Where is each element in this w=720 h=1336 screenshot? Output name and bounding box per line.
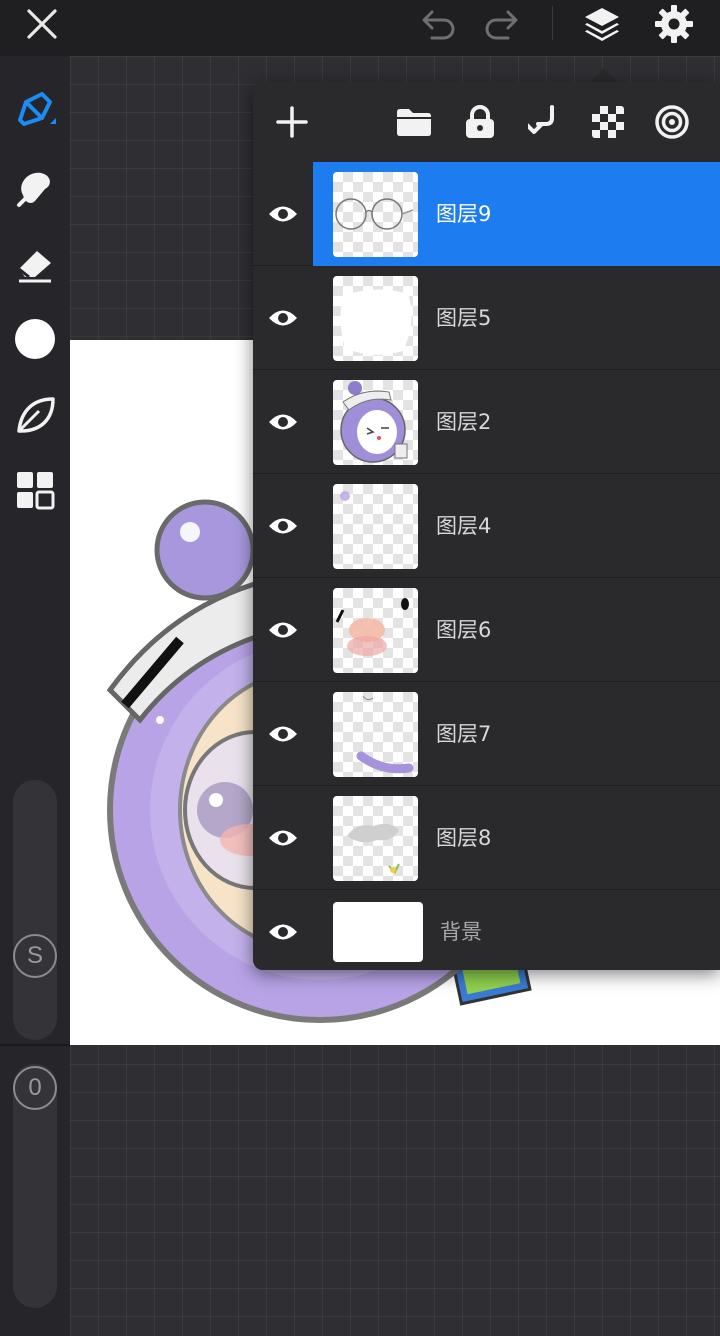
top-toolbar [0, 0, 720, 56]
smudge-icon[interactable] [8, 160, 62, 214]
layer-name: 图层6 [436, 618, 492, 642]
layer-thumbnail [333, 484, 418, 569]
eye-icon[interactable] [259, 294, 307, 342]
layer-name: 图层5 [436, 306, 492, 330]
redo-icon[interactable] [478, 0, 526, 48]
toolbar-divider [552, 6, 553, 40]
leaf-icon[interactable] [8, 388, 62, 442]
undo-icon[interactable] [414, 0, 462, 48]
layer-thumbnail [333, 172, 418, 257]
eraser-icon[interactable] [8, 236, 62, 290]
layer-row[interactable]: 图层2 [253, 370, 720, 474]
left-toolbar: S 0 [0, 56, 70, 1336]
brush-icon[interactable] [8, 82, 62, 136]
eye-icon[interactable] [259, 190, 307, 238]
layer-thumbnail [333, 692, 418, 777]
opacity-slider-handle[interactable]: 0 [13, 1066, 57, 1110]
layer-thumbnail [333, 796, 418, 881]
eye-icon[interactable] [259, 814, 307, 862]
layer-name: 图层7 [436, 722, 492, 746]
eye-icon[interactable] [259, 606, 307, 654]
gear-icon[interactable] [650, 0, 698, 48]
layer-row[interactable]: 图层4 [253, 474, 720, 578]
layer-name: 图层9 [436, 202, 492, 226]
background-layer-row[interactable]: 背景 [253, 890, 720, 970]
layer-name: 图层4 [436, 514, 492, 538]
eye-icon[interactable] [259, 398, 307, 446]
layer-thumbnail [333, 588, 418, 673]
layers-panel: 图层9 图层5 图层2 图层4 图层6 图层7 图层8 背景 [253, 82, 720, 970]
target-icon[interactable] [650, 100, 694, 144]
eye-icon[interactable] [259, 908, 307, 956]
layer-row[interactable]: 图层9 [253, 162, 720, 266]
layer-row[interactable]: 图层7 [253, 682, 720, 786]
layers-panel-toolbar [253, 82, 720, 162]
folder-icon[interactable] [392, 100, 436, 144]
layer-name: 图层8 [436, 826, 492, 850]
eye-icon[interactable] [259, 502, 307, 550]
eye-icon[interactable] [259, 710, 307, 758]
add-icon[interactable] [270, 100, 314, 144]
panel-pointer [590, 68, 618, 82]
close-icon[interactable] [18, 0, 66, 48]
gallery-icon[interactable] [8, 463, 62, 517]
layer-name: 图层2 [436, 410, 492, 434]
merge-down-icon[interactable] [521, 100, 565, 144]
layer-row[interactable]: 图层6 [253, 578, 720, 682]
layer-thumbnail [333, 380, 418, 465]
layers-icon[interactable] [578, 0, 626, 48]
layer-row[interactable]: 图层8 [253, 786, 720, 890]
size-slider-handle[interactable]: S [13, 934, 57, 978]
background-color-swatch[interactable] [333, 902, 423, 962]
layer-thumbnail [333, 276, 418, 361]
size-slider[interactable] [13, 780, 57, 1040]
checker-icon[interactable] [586, 100, 630, 144]
layer-name: 背景 [440, 920, 482, 944]
color-swatch[interactable] [8, 312, 62, 366]
layer-row[interactable]: 图层5 [253, 266, 720, 370]
lock-icon[interactable] [458, 100, 502, 144]
slider-divider [0, 1044, 70, 1046]
